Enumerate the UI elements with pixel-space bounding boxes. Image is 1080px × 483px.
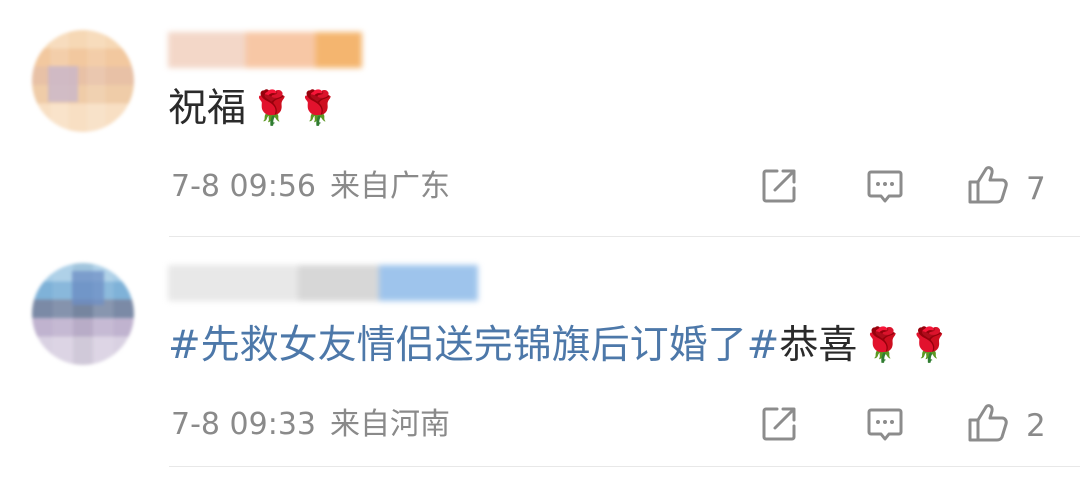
comment-message: 恭喜 — [779, 323, 858, 368]
comment-meta: 7-8 09:33 来自河南 — [171, 407, 450, 443]
hashtag-link[interactable]: #先救女友情侣送完锦旗后订婚了# — [168, 323, 779, 368]
divider — [169, 466, 1080, 467]
rose-icon: 🌹 — [862, 325, 904, 364]
share-icon[interactable] — [759, 404, 799, 444]
comment-time: 7-8 09:33 — [171, 407, 316, 442]
comment-location: 来自广东 — [330, 169, 450, 204]
comment-text: #先救女友情侣送完锦旗后订婚了#恭喜 🌹 🌹 — [168, 322, 950, 369]
avatar[interactable] — [32, 30, 134, 132]
like-count: 2 — [1026, 408, 1046, 444]
comment-time: 7-8 09:56 — [171, 169, 316, 204]
rose-icon: 🌹 — [297, 88, 339, 127]
avatar[interactable] — [32, 263, 134, 365]
comment-meta: 7-8 09:56 来自广东 — [171, 169, 450, 205]
rose-icon: 🌹 — [251, 88, 293, 127]
username-blurred[interactable] — [168, 32, 362, 68]
comment-icon[interactable] — [865, 166, 905, 206]
like-icon[interactable] — [966, 402, 1010, 444]
username-blurred[interactable] — [168, 265, 478, 301]
comment-message: 祝福 — [168, 86, 247, 131]
comment-item: 祝福 🌹 🌹 7-8 09:56 来自广东 7 — [0, 0, 1080, 237]
comment-icon[interactable] — [865, 404, 905, 444]
rose-icon: 🌹 — [908, 325, 950, 364]
comment-text: 祝福 🌹 🌹 — [168, 85, 338, 132]
like-count: 7 — [1026, 171, 1046, 207]
share-icon[interactable] — [759, 166, 799, 206]
like-icon[interactable] — [966, 164, 1010, 206]
comment-item: #先救女友情侣送完锦旗后订婚了#恭喜 🌹 🌹 7-8 09:33 来自河南 2 — [0, 237, 1080, 483]
comment-location: 来自河南 — [330, 407, 450, 442]
